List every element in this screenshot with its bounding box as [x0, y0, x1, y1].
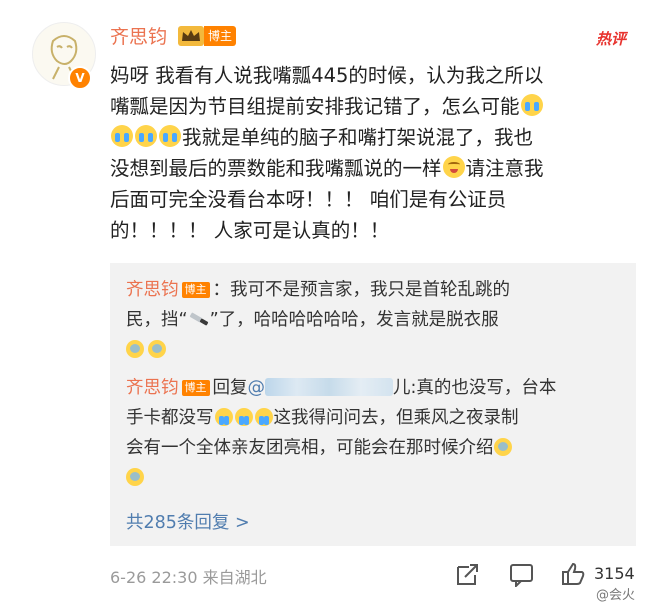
- reply-text: 民，挡“: [126, 310, 188, 330]
- comment-line-text: 我就是单纯的脑子和嘴打架说混了，我也: [182, 126, 534, 149]
- comment-line: 嘴瓢是因为节目组提前安排我记错了，怎么可能: [110, 91, 635, 122]
- like-count: 3154: [594, 564, 635, 583]
- host-badge: 博主: [181, 380, 210, 396]
- comment-text: 妈呀 我看有人说我嘴瓢445的时候，认为我之所以 嘴瓢是因为节目组提前安排我记错…: [110, 60, 635, 246]
- laugh-cry-emoji-icon: [520, 94, 543, 116]
- comment-line: 妈呀 我看有人说我嘴瓢445的时候，认为我之所以: [110, 64, 544, 87]
- knife-emoji-icon: [188, 312, 210, 326]
- replies-box: 齐思钧 博主 ：我可不是预言家，我只是首轮乱跳的 民，挡“ ”了，哈哈哈哈哈哈，发言就…: [110, 263, 636, 546]
- host-badge: 博主: [181, 282, 210, 298]
- host-badge: 博主: [204, 26, 237, 46]
- emoji-icon: [126, 340, 144, 358]
- emoji-icon: [126, 468, 144, 486]
- emoji-icon: [148, 340, 166, 358]
- comment-icon[interactable]: [509, 563, 535, 587]
- reply-username[interactable]: 齐思钧: [126, 378, 179, 398]
- reply-text: 会有一个全体亲友团亮相，可能会在那时候介绍: [126, 438, 494, 458]
- mention-at[interactable]: @: [248, 378, 266, 398]
- laugh-cry-emoji-icon: [234, 408, 253, 426]
- share-icon[interactable]: [455, 563, 481, 587]
- shy-emoji-icon: [442, 156, 465, 178]
- watermark: @会火: [596, 588, 636, 603]
- laugh-cry-emoji-icon: [111, 125, 133, 147]
- reply-text: ：我可不是预言家，我只是首轮乱跳的: [212, 280, 511, 300]
- comment-line: 后面可完全没看台本呀！！！ 咱们是有公证员: [110, 188, 507, 211]
- reply-item: 齐思钧 博主 回复@ 儿:真的也没写，台本 手卡都没写 这我得问问去，但乘风之夜录制 会…: [126, 373, 610, 493]
- comment-line-text: 请注意我: [465, 157, 544, 180]
- reply-username[interactable]: 齐思钧: [126, 280, 179, 300]
- reply-text: :真的也没写，台本: [410, 378, 557, 398]
- mention-tail: 儿: [393, 378, 411, 398]
- reply-text: 手卡都没写: [126, 408, 214, 428]
- laugh-cry-emoji-icon: [214, 408, 233, 426]
- reply-text: ”了，哈哈哈哈哈哈，发言就是脱衣服: [209, 310, 499, 330]
- post-time-location: 6-26 22:30 来自湖北: [110, 568, 267, 587]
- emoji-icon: [493, 438, 512, 456]
- laugh-cry-emoji-icon: [159, 125, 181, 147]
- crown-icon: [178, 26, 204, 46]
- username[interactable]: 齐思钧: [110, 22, 167, 49]
- comment-line-text: 没想到最后的票数能和我嘴瓢说的一样: [110, 157, 442, 180]
- like-icon[interactable]: [560, 562, 586, 586]
- reply-word: 回复: [212, 378, 248, 398]
- reply-item: 齐思钧 博主 ：我可不是预言家，我只是首轮乱跳的 民，挡“ ”了，哈哈哈哈哈哈，发言就…: [126, 275, 610, 365]
- verified-icon: V: [68, 66, 92, 90]
- reply-text: 这我得问问去，但乘风之夜录制: [273, 408, 519, 428]
- laugh-cry-emoji-icon: [135, 125, 157, 147]
- comment-line-text: 嘴瓢是因为节目组提前安排我记错了，怎么可能: [110, 95, 520, 118]
- laugh-cry-emoji-icon: [254, 408, 273, 426]
- blurred-mention: [265, 378, 393, 396]
- comment-line: 的！！！！ 人家可是认真的！！: [110, 219, 390, 242]
- comment-line: 我就是单纯的脑子和嘴打架说混了，我也: [110, 122, 635, 153]
- hot-comment-badge: 热评: [596, 30, 627, 48]
- total-replies-link[interactable]: 共285条回复 >: [126, 509, 250, 534]
- comment-line: 没想到最后的票数能和我嘴瓢说的一样 请注意我: [110, 153, 635, 184]
